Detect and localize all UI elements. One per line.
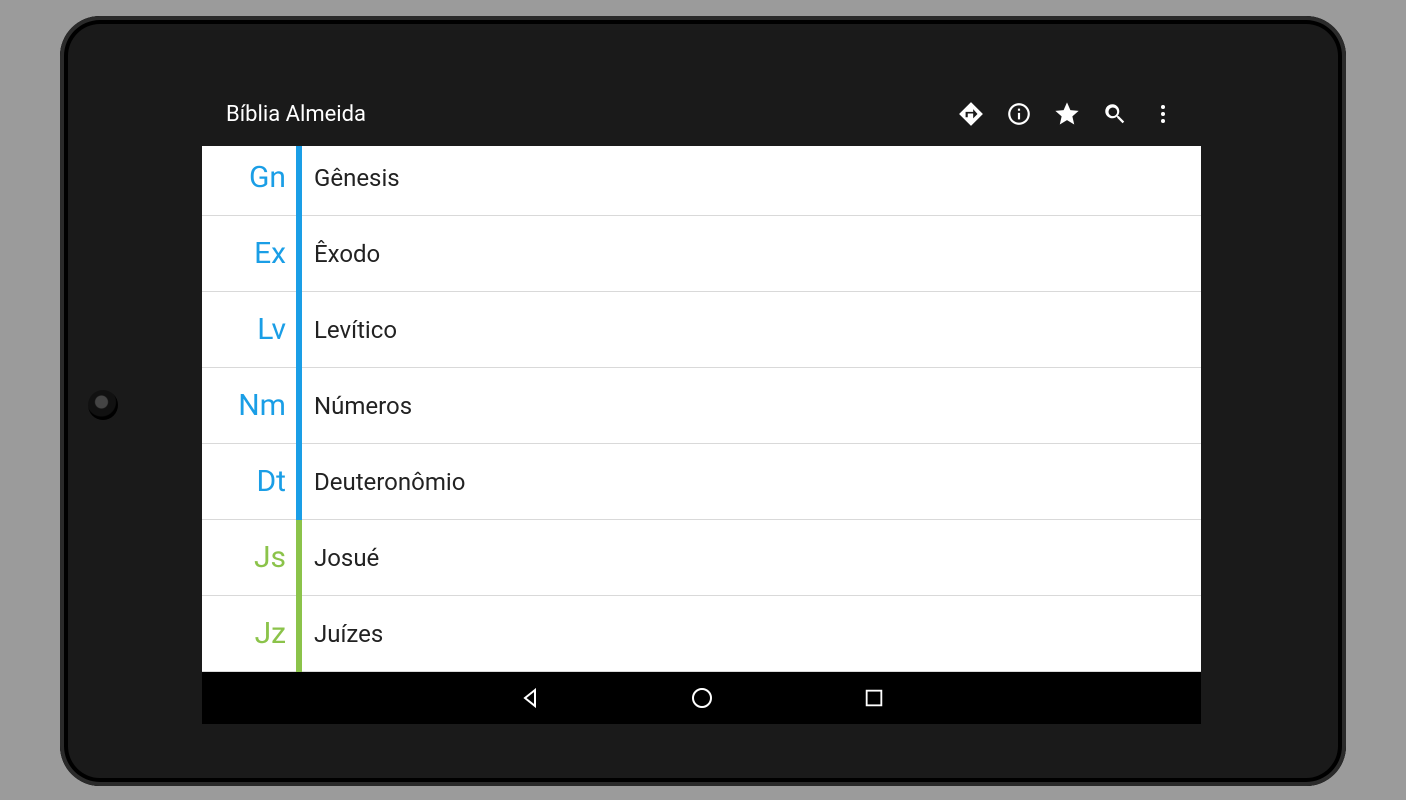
book-row[interactable]: GnGênesis — [202, 146, 1201, 216]
book-row[interactable]: DtDeuteronômio — [202, 444, 1201, 520]
book-abbr: Lv — [202, 312, 296, 347]
book-name: Deuteronômio — [302, 468, 465, 496]
book-list: GnGênesisExÊxodoLvLevíticoNmNúmerosDtDeu… — [202, 146, 1201, 672]
book-row[interactable]: ExÊxodo — [202, 216, 1201, 292]
app-title: Bíblia Almeida — [226, 102, 947, 127]
info-icon[interactable] — [995, 90, 1043, 138]
star-icon[interactable] — [1043, 90, 1091, 138]
book-row[interactable]: JzJuízes — [202, 596, 1201, 672]
book-abbr: Jz — [202, 616, 296, 651]
book-row[interactable]: LvLevítico — [202, 292, 1201, 368]
book-abbr: Dt — [202, 464, 296, 499]
book-name: Levítico — [302, 316, 397, 344]
tablet-camera — [88, 390, 118, 420]
overflow-menu-icon[interactable] — [1139, 90, 1187, 138]
book-name: Josué — [302, 544, 379, 572]
tablet-frame: Bíblia Almeida GnGênesisExÊxodoLvLevític — [60, 16, 1346, 786]
tablet-screen: Bíblia Almeida GnGênesisExÊxodoLvLevític — [202, 82, 1201, 724]
directions-icon[interactable] — [947, 90, 995, 138]
book-abbr: Ex — [202, 236, 296, 271]
book-name: Números — [302, 392, 412, 420]
nav-home-button[interactable] — [686, 682, 718, 714]
nav-back-button[interactable] — [514, 682, 546, 714]
book-abbr: Gn — [202, 160, 296, 195]
book-abbr: Js — [202, 540, 296, 575]
book-abbr: Nm — [202, 388, 296, 423]
book-row[interactable]: NmNúmeros — [202, 368, 1201, 444]
book-name: Juízes — [302, 620, 383, 648]
book-name: Gênesis — [302, 164, 400, 192]
system-navbar — [202, 672, 1201, 724]
book-name: Êxodo — [302, 240, 380, 268]
action-bar: Bíblia Almeida — [202, 82, 1201, 146]
search-icon[interactable] — [1091, 90, 1139, 138]
app-window: Bíblia Almeida GnGênesisExÊxodoLvLevític — [202, 82, 1201, 672]
nav-recent-button[interactable] — [858, 682, 890, 714]
book-row[interactable]: JsJosué — [202, 520, 1201, 596]
